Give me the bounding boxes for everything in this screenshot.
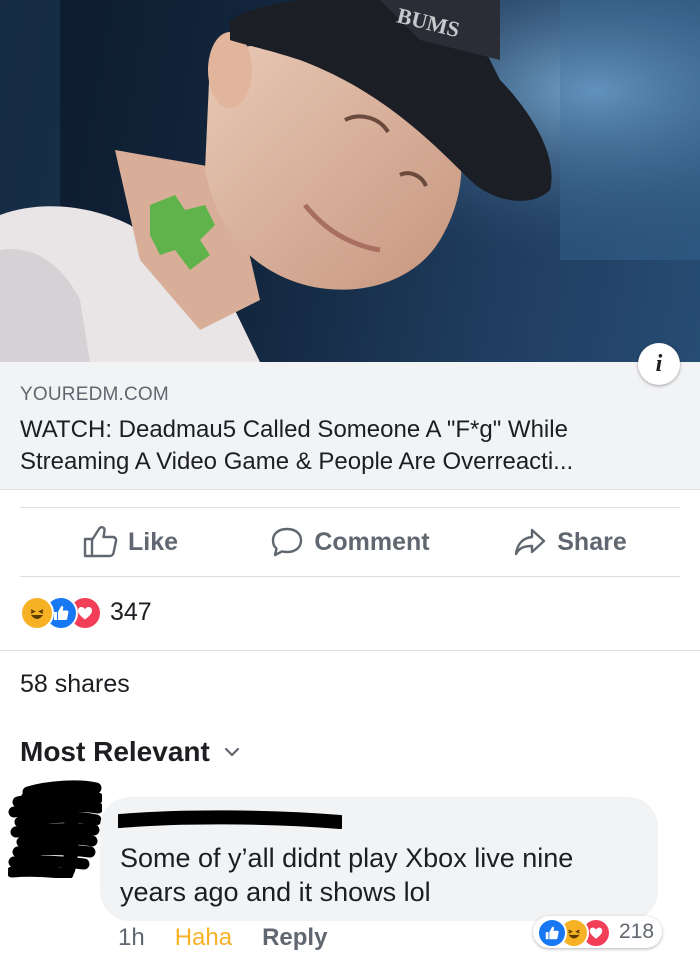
comment-reaction-button[interactable]: Haha [175,924,232,952]
article-image[interactable]: BUMS [0,0,700,362]
comment-meta: 1h Haha Reply [118,924,327,952]
link-preview[interactable]: YOUREDM.COM WATCH: Deadmau5 Called Someo… [0,362,700,490]
like-icon [537,918,567,948]
article-photo: BUMS [0,0,700,362]
share-icon [515,528,546,556]
name-redaction [118,810,342,829]
haha-icon [20,596,54,630]
reaction-summary[interactable]: 347 [20,592,152,632]
share-button[interactable]: Share [460,508,680,576]
link-domain: YOUREDM.COM [20,384,169,405]
thumbs-up-icon [83,526,118,558]
like-button[interactable]: Like [20,508,240,576]
comment-icon [272,527,303,557]
share-label: Share [557,527,627,556]
reply-button[interactable]: Reply [262,924,327,952]
comment-button[interactable]: Comment [240,508,460,576]
comment-reaction-icons [537,918,617,948]
chevron-down-icon [224,747,239,757]
scribble-redaction [6,780,104,880]
link-title[interactable]: WATCH: Deadmau5 Called Someone A "F*g" W… [20,414,680,478]
comment-reaction-count: 218 [619,920,655,943]
action-bar: Like Comment Share [20,507,680,577]
reaction-icons [20,596,104,630]
sort-label: Most Relevant [20,736,210,767]
comment-text: Some of y’all didnt play Xbox live nine … [120,843,574,907]
comment-reaction-summary[interactable]: 218 [533,916,663,948]
divider [0,650,700,651]
comment-sort-dropdown[interactable]: Most Relevant [20,736,240,768]
avatar[interactable] [6,778,104,880]
comment-time[interactable]: 1h [118,924,145,952]
share-count[interactable]: 58 shares [20,670,130,699]
comment-label: Comment [314,527,430,556]
reaction-count: 347 [110,597,152,626]
info-icon[interactable]: i [638,343,680,385]
like-label: Like [127,527,179,556]
